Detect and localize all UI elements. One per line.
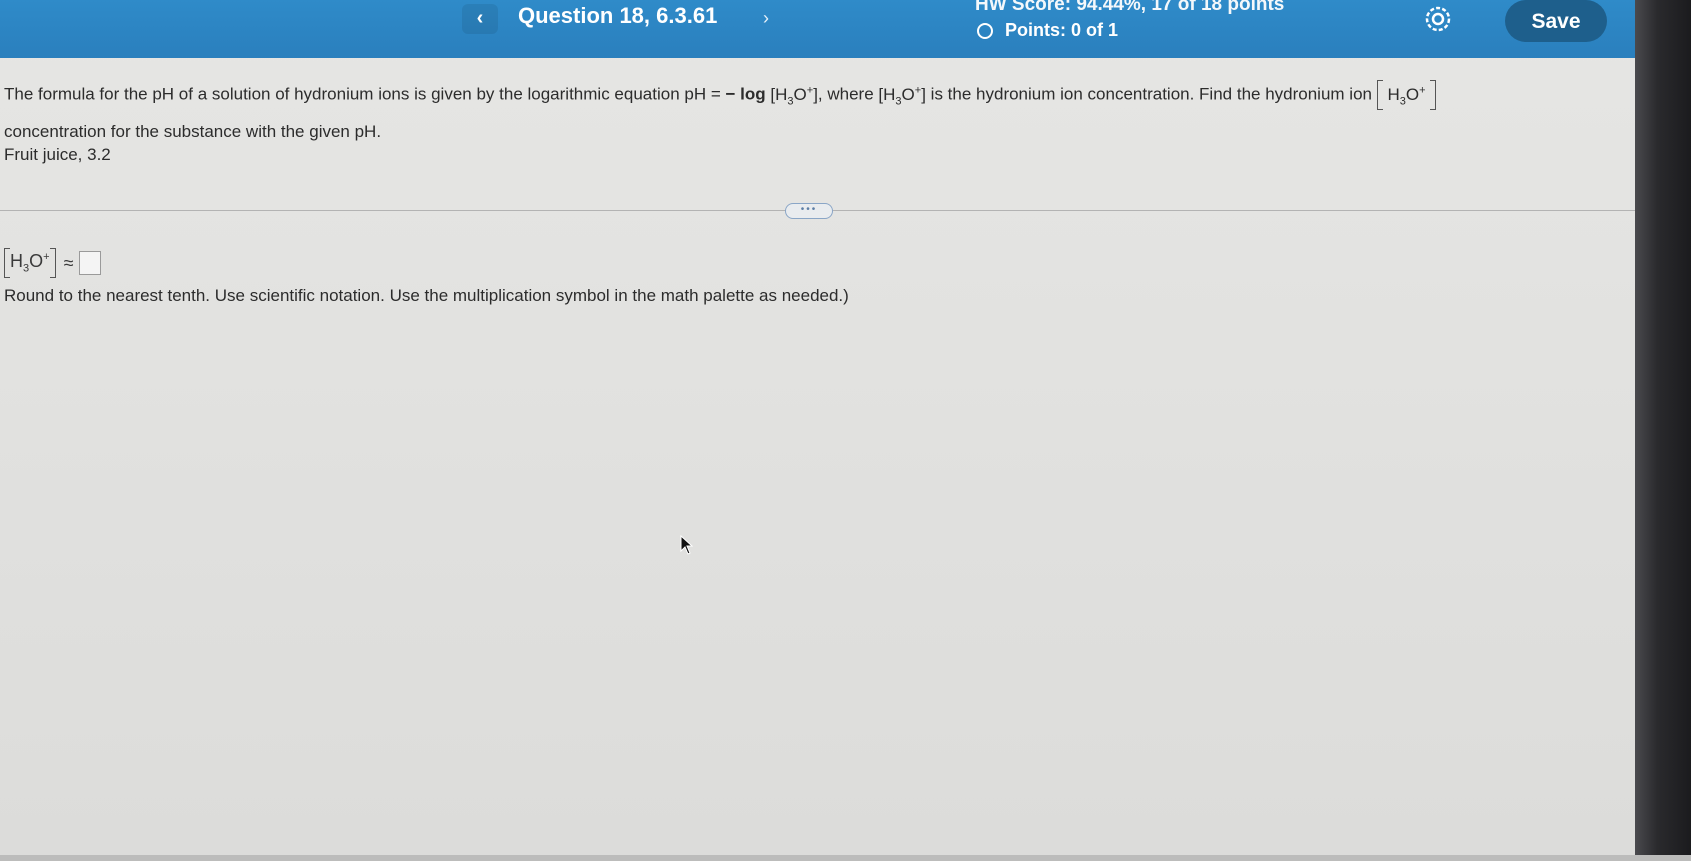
answer-row: H3O+ ≈ xyxy=(4,248,102,278)
problem-statement: The formula for the pH of a solution of … xyxy=(4,78,1604,141)
chevron-right-icon: › xyxy=(763,8,769,28)
problem-intro: The formula for the pH of a solution of … xyxy=(4,84,726,104)
points-status: Points: 0 of 1 xyxy=(977,20,1118,41)
question-title: Question 18, 6.3.61 xyxy=(518,3,718,28)
status-circle-icon xyxy=(977,22,993,39)
previous-question-button[interactable]: ‹ xyxy=(462,4,498,34)
mouse-cursor-icon xyxy=(680,534,694,555)
hydronium-expression: [H3O+] xyxy=(770,84,818,108)
points-label: Points: 0 of 1 xyxy=(1005,20,1119,40)
hydronium-expression: H3O+ xyxy=(1376,80,1437,111)
gear-icon[interactable] xyxy=(1424,5,1452,33)
answer-input[interactable] xyxy=(79,251,102,275)
problem-mid: , where xyxy=(817,84,879,104)
monitor-bezel xyxy=(1635,0,1691,861)
problem-line-2: concentration for the substance with the… xyxy=(4,122,382,141)
approx-symbol: ≈ xyxy=(63,252,74,273)
log-term: − log xyxy=(725,84,766,104)
hw-score: HW Score: 94.44%, 17 of 18 points xyxy=(975,0,1285,15)
answer-hydronium-label: H3O+ xyxy=(10,251,50,275)
screen: ‹ Question 18, 6.3.61 › HW Score: 94.44%… xyxy=(0,0,1691,861)
monitor-bottom-edge xyxy=(0,855,1691,861)
hydronium-expression: [H3O+] xyxy=(878,84,926,108)
instruction-text: Round to the nearest tenth. Use scientif… xyxy=(4,286,849,305)
chevron-left-icon: ‹ xyxy=(476,7,484,29)
next-question-button[interactable]: › xyxy=(752,4,780,34)
expand-handle[interactable]: ••• xyxy=(785,203,833,219)
problem-mid2: is the hydronium ion concentration. Find… xyxy=(925,84,1377,104)
top-bar: ‹ Question 18, 6.3.61 › HW Score: 94.44%… xyxy=(0,0,1640,58)
given-substance: Fruit juice, 3.2 xyxy=(4,145,111,164)
save-button[interactable]: Save xyxy=(1505,0,1607,42)
